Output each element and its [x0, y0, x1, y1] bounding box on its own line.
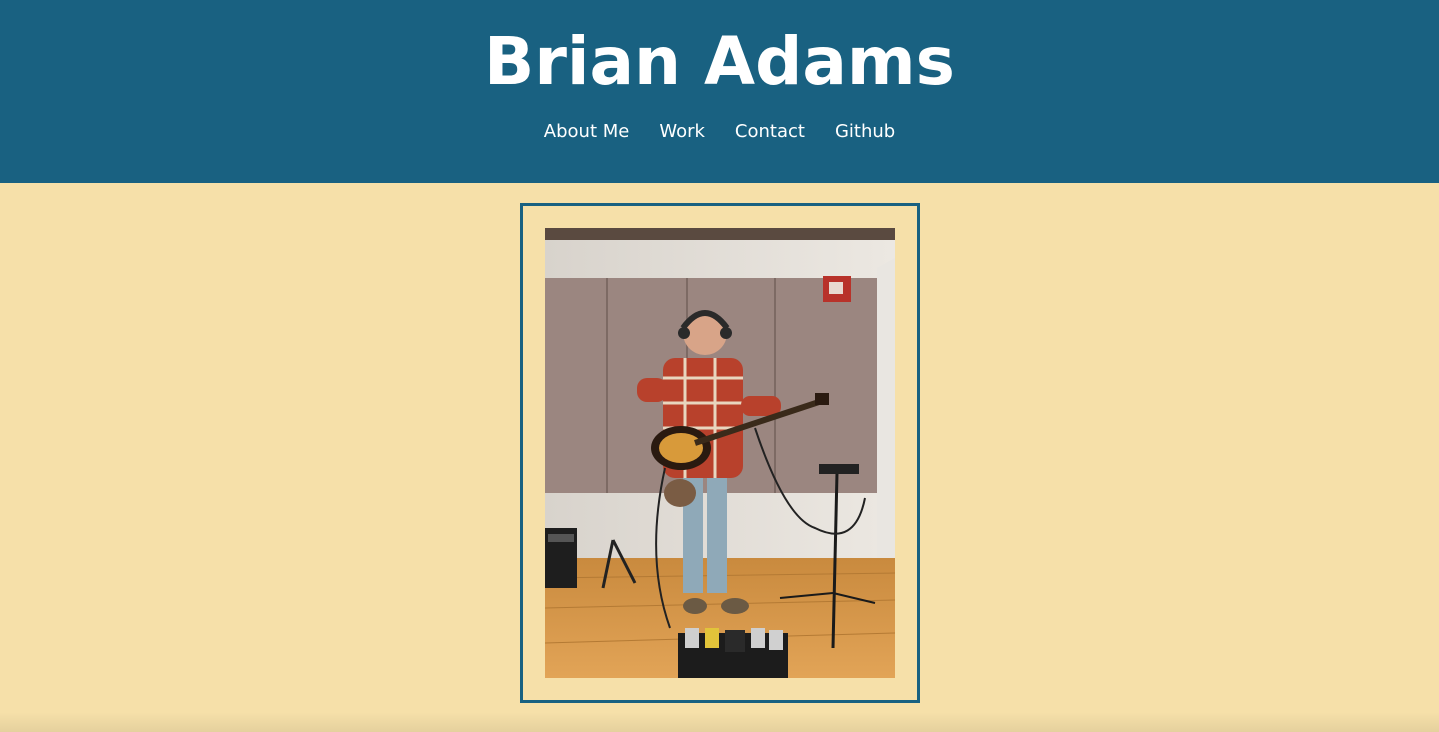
- main-nav: About Me Work Contact Github: [0, 118, 1439, 146]
- page-bottom-shadow: [0, 712, 1439, 732]
- site-title: Brian Adams: [484, 23, 955, 100]
- nav-work-link[interactable]: Work: [659, 118, 705, 146]
- photo-frame: [520, 203, 920, 703]
- nav-contact-link[interactable]: Contact: [735, 118, 805, 146]
- site-header: Brian Adams About Me Work Contact Github: [0, 0, 1439, 183]
- nav-about-me-link[interactable]: About Me: [544, 118, 630, 146]
- nav-github-link[interactable]: Github: [835, 118, 895, 146]
- profile-photo-image: [545, 228, 895, 678]
- profile-photo: [545, 228, 895, 678]
